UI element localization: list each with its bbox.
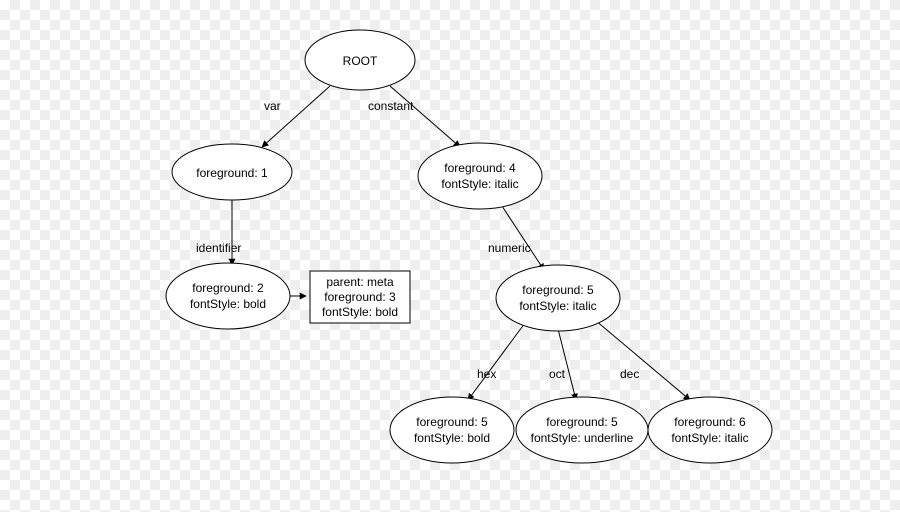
edge-var-identifier: identifier (196, 197, 241, 265)
node-var-line1: foreground: 1 (196, 166, 268, 180)
edge-label-identifier: identifier (196, 241, 241, 255)
node-meta-box: parent: meta foreground: 3 fontStyle: bo… (310, 271, 410, 323)
edge-numeric-oct: oct (549, 329, 576, 400)
node-oct: foreground: 5 fontStyle: underline (516, 397, 648, 463)
node-oct-line1: foreground: 5 (546, 415, 618, 429)
edge-label-constant: constant (368, 99, 414, 113)
node-dec-line1: foreground: 6 (674, 415, 746, 429)
node-var: foreground: 1 (172, 144, 292, 200)
node-dec-line2: fontStyle: italic (671, 431, 748, 445)
edge-label-dec: dec (620, 367, 639, 381)
edge-constant-numeric: numeric (488, 203, 544, 270)
edge-numeric-hex: hex (468, 323, 525, 400)
node-hex: foreground: 5 fontStyle: bold (390, 397, 514, 463)
node-root: ROOT (305, 30, 415, 90)
node-constant-line1: foreground: 4 (444, 161, 516, 175)
node-meta-line2: foreground: 3 (324, 290, 396, 304)
node-numeric: foreground: 5 fontStyle: italic (496, 265, 620, 331)
node-meta-line3: fontStyle: bold (322, 305, 398, 319)
node-hex-line1: foreground: 5 (416, 415, 488, 429)
edge-root-constant: constant (368, 86, 460, 147)
node-oct-line2: fontStyle: underline (531, 431, 634, 445)
node-constant-line2: fontStyle: italic (441, 177, 518, 191)
edge-label-hex: hex (477, 367, 496, 381)
tree-diagram: var constant identifier numeric hex (0, 0, 900, 512)
edge-label-oct: oct (549, 367, 566, 381)
node-numeric-line1: foreground: 5 (522, 283, 594, 297)
node-dec: foreground: 6 fontStyle: italic (648, 397, 772, 463)
node-identifier-line2: fontStyle: bold (190, 297, 266, 311)
edge-label-var: var (264, 99, 281, 113)
node-constant: foreground: 4 fontStyle: italic (418, 143, 542, 209)
node-hex-line2: fontStyle: bold (414, 431, 490, 445)
node-identifier-line1: foreground: 2 (192, 281, 264, 295)
node-meta-line1: parent: meta (326, 275, 394, 289)
edge-root-var: var (262, 86, 330, 147)
node-numeric-line2: fontStyle: italic (519, 299, 596, 313)
node-root-label: ROOT (343, 54, 378, 68)
diagram-canvas: var constant identifier numeric hex (0, 0, 900, 512)
edge-label-numeric: numeric (488, 241, 531, 255)
edge-numeric-dec: dec (595, 320, 690, 400)
node-identifier: foreground: 2 fontStyle: bold (166, 263, 290, 329)
